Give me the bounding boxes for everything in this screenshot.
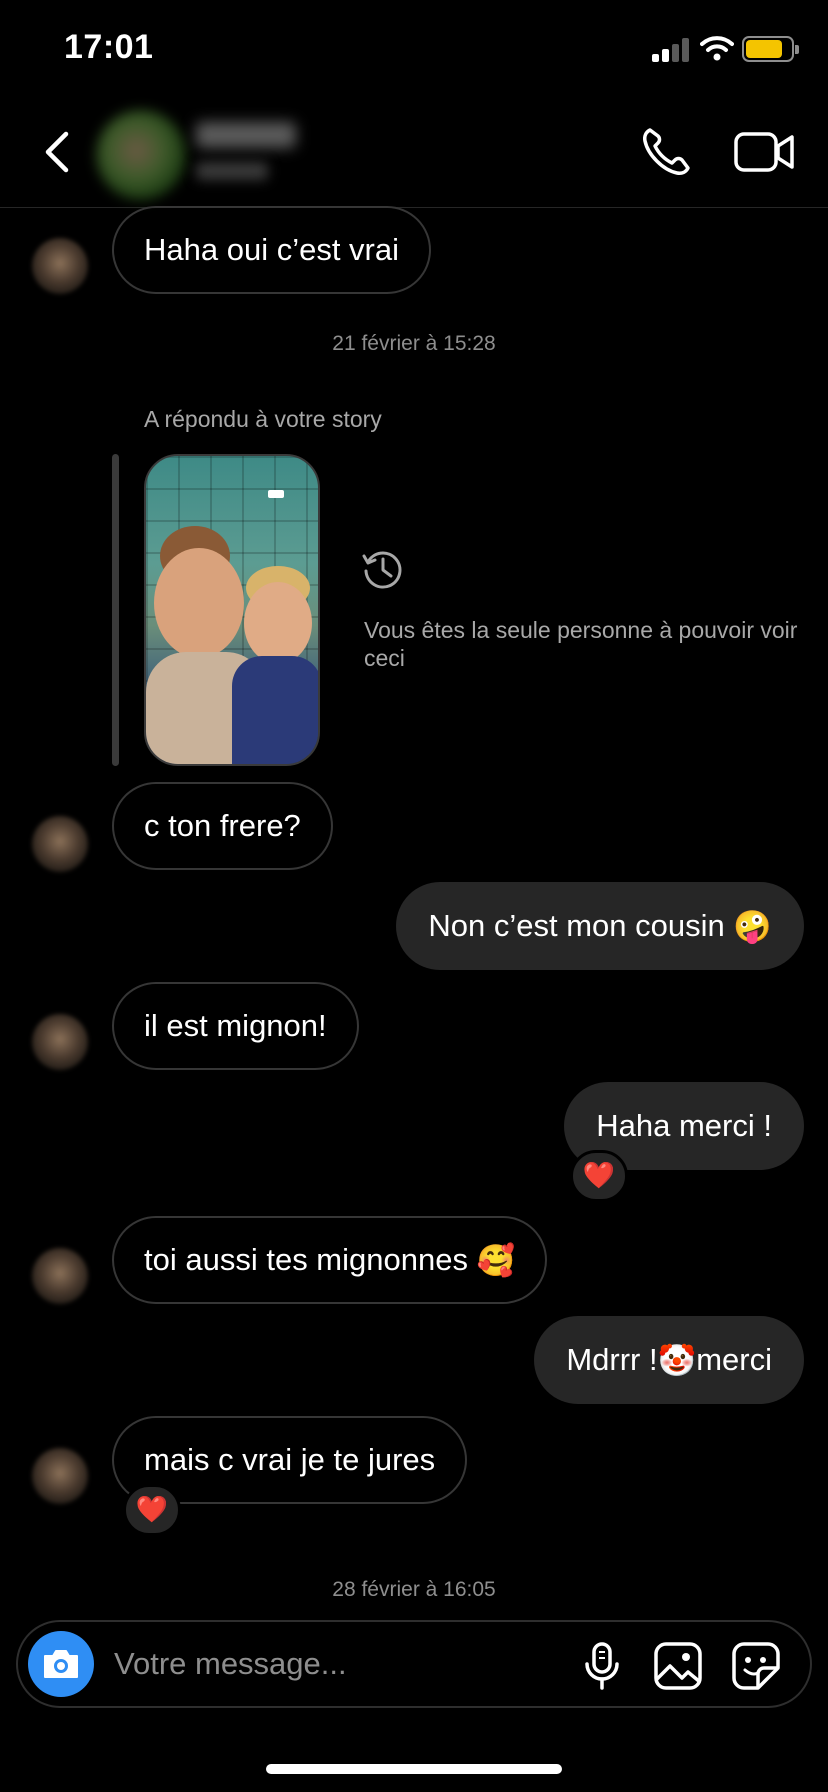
message-input[interactable]: [114, 1638, 494, 1690]
gallery-button[interactable]: [652, 1640, 704, 1692]
message-text: Mdrrr !: [566, 1342, 658, 1377]
incoming-message[interactable]: c ton frere?: [112, 782, 333, 870]
sender-avatar[interactable]: [32, 1448, 88, 1504]
camera-icon: [44, 1650, 78, 1678]
back-button[interactable]: [30, 122, 90, 182]
story-reply-label: A répondu à votre story: [144, 406, 382, 432]
incoming-message[interactable]: il est mignon!: [112, 982, 359, 1070]
sender-avatar[interactable]: [32, 1248, 88, 1304]
outgoing-message[interactable]: Non c’est mon cousin 🤪: [396, 882, 804, 970]
message-composer: [16, 1620, 812, 1708]
status-time: 17:01: [64, 28, 154, 66]
status-bar: 17:01: [0, 0, 828, 100]
battery-icon: [742, 36, 799, 62]
wifi-icon: [700, 36, 734, 61]
home-indicator[interactable]: [266, 1764, 562, 1774]
story-thumbnail[interactable]: [144, 454, 320, 766]
cellular-signal-icon: [652, 38, 690, 62]
heart-reaction[interactable]: ❤️: [570, 1150, 628, 1202]
microphone-button[interactable]: [578, 1640, 626, 1692]
contact-name-blurred[interactable]: [196, 122, 296, 148]
message-timestamp: 21 février à 15:28: [332, 332, 496, 355]
sticker-button[interactable]: [730, 1640, 782, 1692]
message-text: merci: [696, 1342, 772, 1377]
story-visibility-note: Vous êtes la seule personne à pouvoir vo…: [364, 617, 798, 671]
message-text: toi aussi tes mignonnes: [144, 1242, 468, 1277]
heart-icon: ❤️: [135, 1495, 169, 1525]
incoming-message[interactable]: Haha oui c’est vrai: [112, 206, 432, 294]
sender-avatar[interactable]: [32, 238, 88, 294]
contact-status-blurred: [196, 162, 268, 180]
smiling-hearts-emoji: 🥰: [476, 1242, 516, 1279]
outgoing-message[interactable]: Mdrrr ! 🤡 merci: [534, 1316, 804, 1404]
sender-avatar[interactable]: [32, 816, 88, 872]
incoming-message[interactable]: toi aussi tes mignonnes 🥰: [112, 1216, 548, 1304]
zany-face-emoji: 🤪: [733, 908, 772, 945]
heart-icon: ❤️: [582, 1161, 616, 1191]
sender-avatar[interactable]: [32, 1014, 88, 1070]
chat-header: [0, 100, 828, 208]
camera-button[interactable]: [28, 1631, 94, 1697]
message-timestamp: 28 février à 16:05: [332, 1578, 496, 1601]
message-text: Non c’est mon cousin: [428, 908, 725, 943]
phone-call-button[interactable]: [636, 122, 696, 182]
history-icon: [362, 551, 402, 589]
story-reply-bar: [112, 454, 119, 766]
contact-avatar[interactable]: [96, 110, 186, 200]
video-call-button[interactable]: [730, 122, 800, 182]
clown-emoji: 🤡: [657, 1342, 697, 1379]
heart-reaction[interactable]: ❤️: [123, 1484, 181, 1536]
